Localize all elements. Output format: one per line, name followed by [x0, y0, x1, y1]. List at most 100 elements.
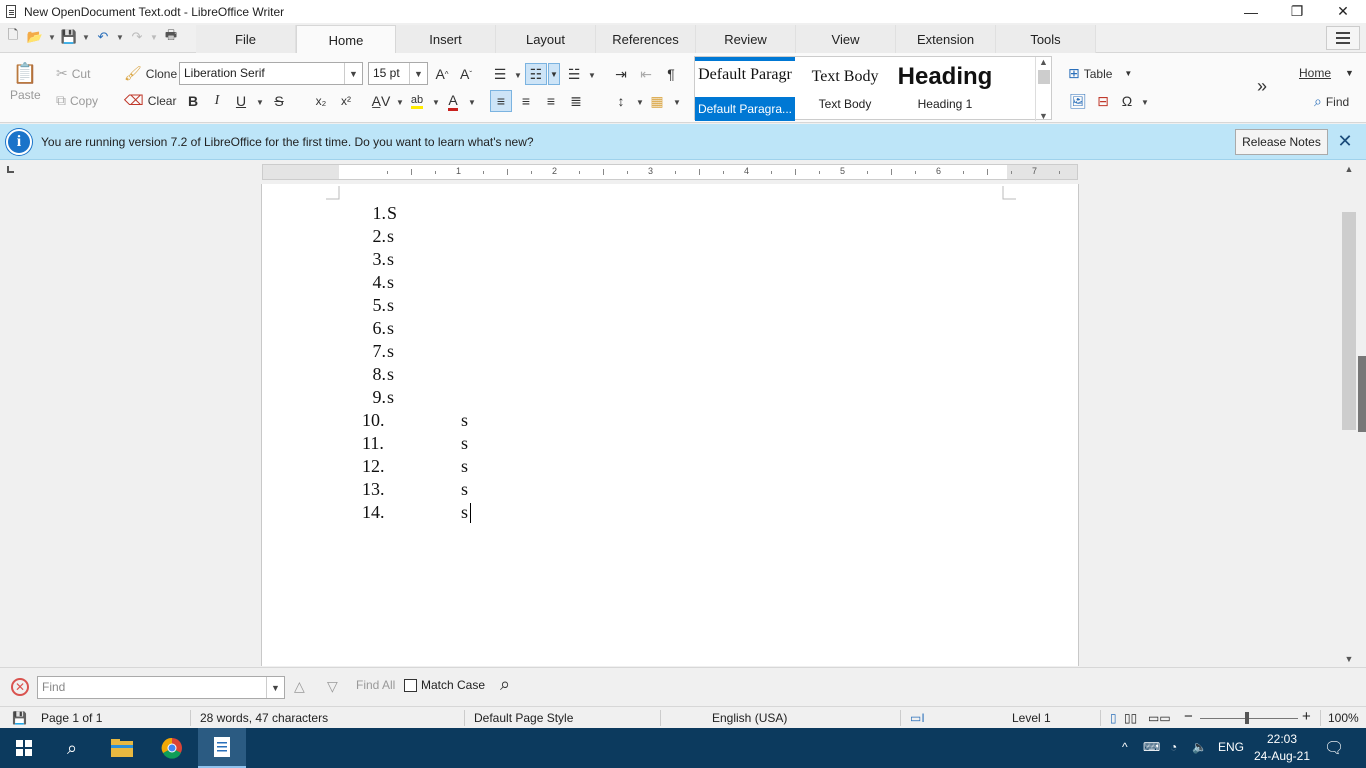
- tab-tools[interactable]: Tools: [996, 25, 1096, 53]
- insert-image-icon[interactable]: 🖼: [1067, 90, 1089, 112]
- hamburger-menu-icon[interactable]: [1326, 26, 1360, 50]
- tab-extension[interactable]: Extension: [896, 25, 996, 53]
- close-find-icon[interactable]: ✕: [11, 678, 29, 696]
- align-left-icon[interactable]: ≡: [490, 90, 512, 112]
- shrink-font-icon[interactable]: Aˇ: [455, 63, 477, 85]
- insert-mode-icon[interactable]: ▭I: [910, 711, 925, 725]
- tab-file[interactable]: File: [196, 25, 296, 53]
- redo-icon[interactable]: ↷: [128, 28, 146, 46]
- align-center-icon[interactable]: ≡: [515, 90, 537, 112]
- outline-list-icon[interactable]: ☱: [563, 63, 585, 85]
- zoom-slider-thumb[interactable]: [1245, 712, 1249, 724]
- formatting-marks-icon[interactable]: ¶: [660, 63, 682, 85]
- bold-button[interactable]: B: [182, 90, 204, 112]
- close-window-button[interactable]: ✕: [1320, 0, 1366, 23]
- tab-home[interactable]: Home: [296, 25, 396, 54]
- clear-formatting-button[interactable]: ⌫ Clear: [124, 92, 176, 109]
- underline-dropdown-icon[interactable]: ▼: [256, 98, 264, 107]
- style-text-body[interactable]: Text Body Text Body: [795, 57, 895, 121]
- find-input[interactable]: Find ▼: [37, 676, 285, 699]
- save-icon[interactable]: 💾: [60, 28, 78, 46]
- start-button[interactable]: [0, 728, 48, 768]
- home-dropdown[interactable]: Home ▼: [1299, 66, 1354, 80]
- outline-dropdown-icon[interactable]: ▼: [588, 71, 596, 80]
- line-spacing-icon[interactable]: ↕: [610, 90, 632, 112]
- font-color-dropdown-icon[interactable]: ▼: [468, 98, 476, 107]
- font-size-combobox[interactable]: 15 pt ▼: [368, 62, 428, 85]
- open-dropdown-icon[interactable]: ▼: [48, 28, 56, 46]
- release-notes-button[interactable]: Release Notes: [1235, 129, 1328, 155]
- word-count[interactable]: 28 words, 47 characters: [200, 711, 328, 725]
- new-document-icon[interactable]: 🗋: [4, 27, 22, 46]
- line-spacing-dropdown-icon[interactable]: ▼: [636, 98, 644, 107]
- sidebar-toggle-handle[interactable]: [1358, 356, 1366, 432]
- tab-insert[interactable]: Insert: [396, 25, 496, 53]
- show-hidden-icons-icon[interactable]: ^: [1122, 740, 1128, 754]
- justify-icon[interactable]: ≣: [565, 90, 587, 112]
- background-dropdown-icon[interactable]: ▼: [673, 98, 681, 107]
- zoom-level[interactable]: 100%: [1328, 711, 1359, 725]
- document-modified-icon[interactable]: 💾: [12, 711, 27, 725]
- zoom-out-icon[interactable]: −: [1184, 708, 1193, 725]
- restore-button[interactable]: ❐: [1274, 0, 1320, 23]
- align-right-icon[interactable]: ≡: [540, 90, 562, 112]
- language[interactable]: English (USA): [712, 711, 787, 725]
- insert-table-button[interactable]: ⊞ Table ▼: [1068, 65, 1132, 82]
- highlight-dropdown-icon[interactable]: ▼: [432, 98, 440, 107]
- font-name-combobox[interactable]: Liberation Serif ▼: [179, 62, 363, 85]
- italic-button[interactable]: I: [206, 90, 228, 112]
- subscript-button[interactable]: x₂: [310, 90, 332, 112]
- underline-button[interactable]: U: [230, 90, 252, 112]
- cut-button[interactable]: ✂ Cut: [56, 65, 90, 82]
- input-language[interactable]: ENG: [1218, 740, 1244, 754]
- match-case-checkbox[interactable]: Match Case: [404, 678, 485, 692]
- style-default-paragraph[interactable]: Default Paragr Default Paragra...: [695, 57, 795, 121]
- copy-button[interactable]: ⧉ Copy: [56, 92, 98, 109]
- find-replace-icon[interactable]: ⌕: [500, 674, 510, 695]
- undo-icon[interactable]: ↶: [94, 28, 112, 46]
- notifications-icon[interactable]: 🗨: [1324, 738, 1344, 758]
- superscript-button[interactable]: x²: [335, 90, 357, 112]
- strikethrough-button[interactable]: S: [268, 90, 290, 112]
- chevron-up-icon[interactable]: ▲: [1039, 57, 1048, 67]
- page-style[interactable]: Default Page Style: [474, 711, 573, 725]
- scrollbar-thumb[interactable]: [1342, 212, 1356, 430]
- libreoffice-writer-taskbar-icon[interactable]: [198, 728, 246, 768]
- clone-formatting-button[interactable]: 🖌 Clone: [124, 65, 177, 82]
- multi-page-view-icon[interactable]: ▯▯: [1124, 711, 1137, 725]
- close-icon[interactable]: ✕: [1336, 131, 1354, 151]
- more-options-button[interactable]: »: [1251, 75, 1273, 97]
- find-all-button[interactable]: Find All: [356, 678, 395, 692]
- font-color-icon[interactable]: A: [442, 90, 464, 112]
- chevron-up-icon[interactable]: ▲: [1340, 164, 1358, 174]
- numbered-list-dropdown-icon[interactable]: ▼: [548, 63, 560, 85]
- character-spacing-icon[interactable]: A̲V: [370, 90, 392, 112]
- tab-layout[interactable]: Layout: [496, 25, 596, 53]
- undo-dropdown-icon[interactable]: ▼: [116, 28, 124, 46]
- save-dropdown-icon[interactable]: ▼: [82, 28, 90, 46]
- chevron-down-icon[interactable]: ▼: [409, 63, 427, 84]
- style-heading-1[interactable]: Heading Heading 1: [895, 57, 995, 121]
- page-break-icon[interactable]: ⊟: [1092, 90, 1114, 112]
- checkbox-icon[interactable]: [404, 678, 417, 692]
- tab-stop-selector-icon[interactable]: [7, 166, 14, 173]
- ime-icon[interactable]: ⌨: [1143, 740, 1160, 754]
- styles-scrollbar[interactable]: ▲ ▼: [1035, 57, 1051, 121]
- highlight-color-icon[interactable]: ab: [406, 90, 428, 112]
- tab-view[interactable]: View: [796, 25, 896, 53]
- find-next-icon[interactable]: ▽: [327, 678, 338, 695]
- increase-indent-icon[interactable]: ⇥: [610, 63, 632, 85]
- paste-button[interactable]: 📋 Paste: [10, 61, 41, 102]
- chrome-icon[interactable]: [148, 728, 196, 768]
- special-character-icon[interactable]: Ω: [1116, 90, 1138, 112]
- find-button[interactable]: ⌕ Find: [1314, 93, 1349, 110]
- horizontal-ruler[interactable]: 1 2 3 4 5 6 7: [262, 164, 1078, 180]
- decrease-indent-icon[interactable]: ⇤: [635, 63, 657, 85]
- volume-icon[interactable]: 🔈: [1192, 740, 1207, 754]
- open-folder-icon[interactable]: 📂: [26, 28, 44, 46]
- system-clock[interactable]: 22:03 24-Aug-21: [1252, 731, 1312, 765]
- single-page-view-icon[interactable]: ▯: [1110, 711, 1117, 725]
- chevron-down-icon[interactable]: ▼: [266, 677, 284, 698]
- wifi-icon[interactable]: ◔: [1170, 740, 1177, 754]
- zoom-in-icon[interactable]: +: [1302, 708, 1311, 725]
